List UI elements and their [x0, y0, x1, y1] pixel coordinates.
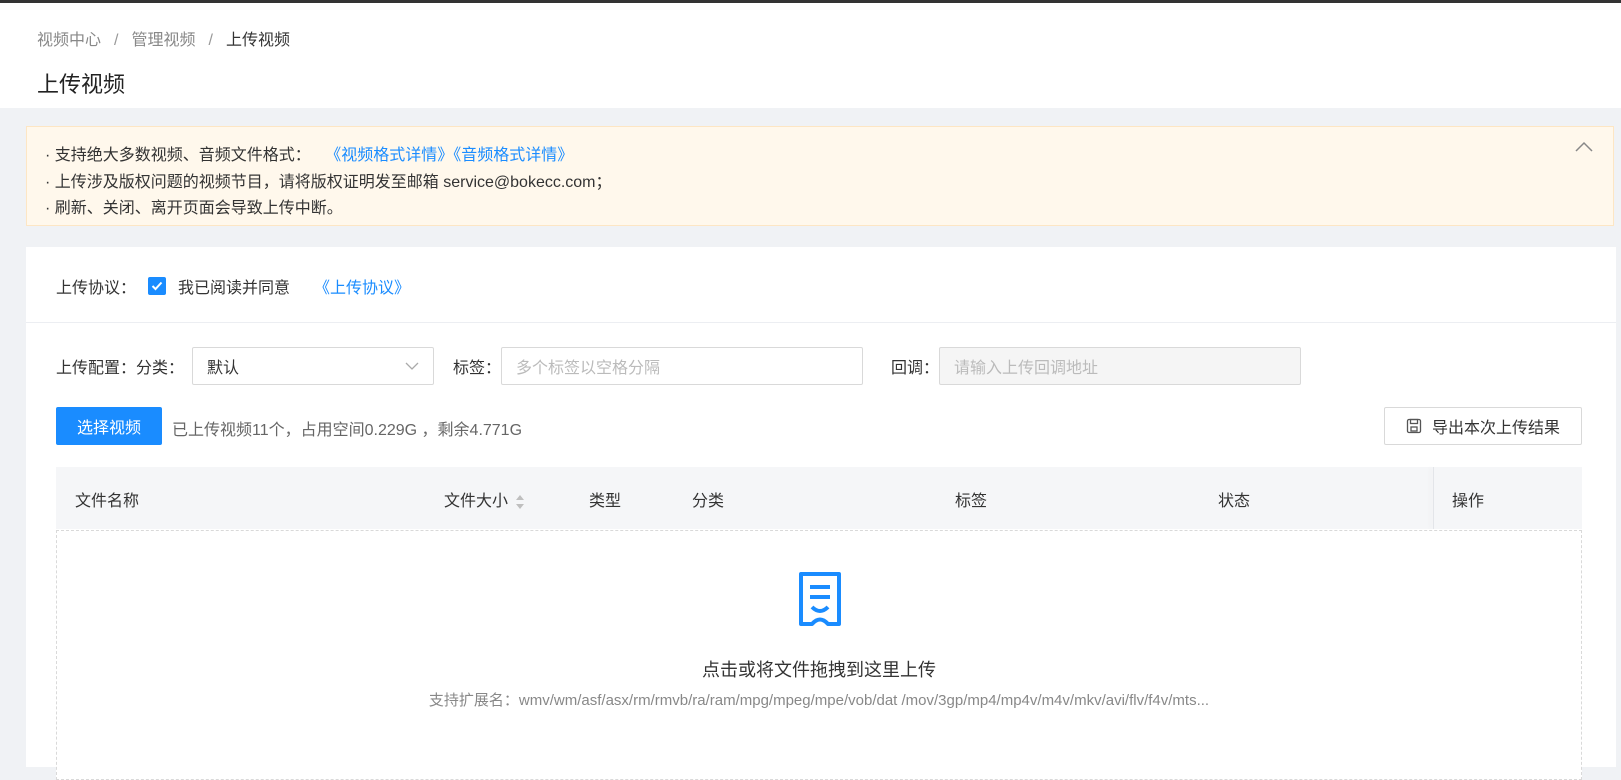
column-status: 状态	[1218, 493, 1251, 510]
notice-line-interrupt: · 刷新、关闭、离开页面会导致上传中断。	[45, 200, 343, 217]
audio-format-link[interactable]: 《音频格式详情》	[453, 147, 573, 164]
column-category: 分类	[692, 493, 725, 510]
config-callback-group: 回调： 请输入上传回调地址	[891, 347, 1302, 385]
divider	[26, 322, 1616, 323]
video-format-link[interactable]: 《视频格式详情》	[325, 147, 453, 164]
breadcrumb: 视频中心 / 管理视频 / 上传视频	[37, 26, 290, 50]
column-tags: 标签	[955, 493, 988, 510]
notice-line-copyright: · 上传涉及版权问题的视频节目，请将版权证明发至邮箱 service@bokec…	[45, 174, 612, 191]
storage-usage-text: 已上传视频11个，占用空间0.229G ，剩余4.771G	[172, 422, 523, 439]
tags-input[interactable]: 多个标签以空格分隔	[501, 347, 864, 385]
config-label: 上传配置：	[56, 360, 137, 377]
agreement-row: 上传协议： 我已阅读并同意 《上传协议》	[56, 274, 410, 298]
chevron-up-icon[interactable]	[1573, 137, 1595, 157]
dropzone-extensions: 支持扩展名：wmv/wm/asf/asx/rm/rmvb/ra/ram/mpg/…	[428, 692, 1210, 709]
category-label: 分类：	[136, 360, 185, 377]
save-icon	[1406, 418, 1422, 434]
export-results-button[interactable]: 导出本次上传结果	[1384, 407, 1582, 445]
config-tags-group: 标签： 多个标签以空格分隔	[453, 347, 864, 385]
sort-icon[interactable]	[516, 494, 525, 509]
upload-panel: 上传协议： 我已阅读并同意 《上传协议》 上传配置： 分类： 默认 标签： 多个标…	[26, 247, 1616, 780]
breadcrumb-video-center[interactable]: 视频中心	[37, 32, 101, 49]
breadcrumb-separator: /	[114, 32, 119, 49]
document-upload-icon	[799, 572, 841, 626]
export-button-label: 导出本次上传结果	[1431, 420, 1560, 437]
breadcrumb-separator: /	[208, 32, 213, 49]
column-file-size-label: 文件大小	[444, 493, 509, 510]
agreement-label: 上传协议：	[56, 280, 137, 297]
agreement-link[interactable]: 《上传协议》	[314, 274, 410, 298]
tags-label: 标签：	[453, 360, 502, 377]
dropzone-title: 点击或将文件拖拽到这里上传	[702, 660, 936, 680]
category-value: 默认	[207, 360, 240, 377]
upload-table-header: 文件名称 文件大小 类型 分类 标签 状态 操作	[56, 467, 1582, 529]
upload-dropzone[interactable]: 点击或将文件拖拽到这里上传 支持扩展名：wmv/wm/asf/asx/rm/rm…	[56, 530, 1582, 780]
notice-line-formats: · 支持绝大多数视频、音频文件格式： 《视频格式详情》《音频格式详情》	[45, 141, 573, 165]
agreement-checkbox[interactable]	[148, 277, 167, 295]
page-header: 视频中心 / 管理视频 / 上传视频 上传视频	[0, 3, 1621, 108]
column-file-name: 文件名称	[75, 493, 140, 510]
breadcrumb-manage-video[interactable]: 管理视频	[131, 32, 195, 49]
config-category-group: 上传配置： 分类： 默认	[56, 347, 435, 385]
column-actions: 操作	[1452, 493, 1485, 510]
category-select[interactable]: 默认	[192, 347, 435, 385]
upload-notice: · 支持绝大多数视频、音频文件格式： 《视频格式详情》《音频格式详情》 · 上传…	[26, 126, 1614, 226]
page-title: 上传视频	[37, 72, 126, 97]
callback-label: 回调：	[891, 360, 940, 377]
agreement-checkbox-label[interactable]: 我已阅读并同意	[178, 274, 290, 298]
select-video-button[interactable]: 选择视频	[56, 407, 162, 445]
breadcrumb-current: 上传视频	[225, 32, 290, 49]
check-icon	[151, 281, 163, 291]
column-type: 类型	[589, 493, 622, 510]
chevron-down-icon	[405, 362, 419, 370]
callback-input[interactable]: 请输入上传回调地址	[939, 347, 1302, 385]
fixed-column-divider	[1433, 467, 1434, 529]
notice-formats-text: · 支持绝大多数视频、音频文件格式：	[45, 147, 311, 164]
column-file-size[interactable]: 文件大小	[444, 487, 525, 511]
